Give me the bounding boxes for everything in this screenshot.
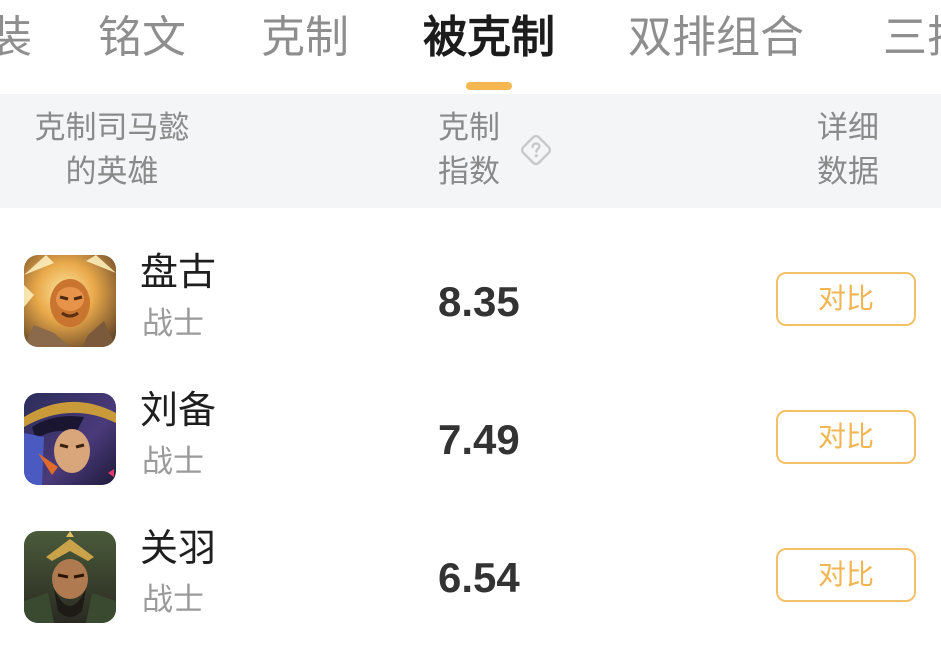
table-row: 刘备 战士 7.49 对比 (0, 370, 941, 508)
counter-page: 装 铭文 克制 被克制 双排组合 三排 克制司马懿 的英雄 克制 指数 详细 数… (0, 0, 941, 646)
counter-score: 6.54 (438, 554, 520, 601)
tab-duo-combo[interactable]: 双排组合 (628, 8, 804, 68)
tab-trio[interactable]: 三排 (883, 8, 941, 68)
tab-equipment[interactable]: 装 (0, 8, 32, 68)
hero-name[interactable]: 关羽 (140, 522, 216, 574)
hero-name[interactable]: 盘古 (140, 246, 216, 298)
tab-bar: 装 铭文 克制 被克制 双排组合 三排 (0, 0, 941, 92)
hero-name[interactable]: 刘备 (140, 384, 216, 436)
detail-column-header: 详细 数据 (817, 106, 879, 194)
active-tab-indicator (466, 82, 512, 90)
hero-column-header-line2: 的英雄 (65, 154, 159, 190)
counter-score: 7.49 (438, 416, 520, 463)
hero-column-header-line1: 克制司马懿 (34, 110, 190, 146)
index-column-header-line1: 克制 (438, 110, 500, 146)
table-row: 关羽 战士 6.54 对比 (0, 508, 941, 646)
compare-button[interactable]: 对比 (776, 548, 916, 602)
tab-counters[interactable]: 克制 (261, 8, 349, 68)
table-header: 克制司马懿 的英雄 克制 指数 详细 数据 (0, 94, 941, 208)
compare-button[interactable]: 对比 (776, 272, 916, 326)
hero-role: 战士 (142, 444, 204, 480)
hero-role: 战士 (142, 306, 204, 342)
index-column-header: 克制 指数 (438, 106, 500, 194)
tab-inscription[interactable]: 铭文 (98, 8, 186, 68)
table-row: 盘古 战士 8.35 对比 (0, 232, 941, 370)
hero-column-header: 克制司马懿 的英雄 (24, 106, 200, 194)
detail-column-header-line1: 详细 (817, 110, 879, 146)
liubei-avatar[interactable] (24, 393, 116, 485)
guanyu-avatar[interactable] (24, 531, 116, 623)
hero-role: 战士 (142, 582, 204, 618)
counter-score: 8.35 (438, 278, 520, 325)
tab-countered-by[interactable]: 被克制 (423, 8, 555, 68)
compare-button[interactable]: 对比 (776, 410, 916, 464)
pangu-avatar[interactable] (24, 255, 116, 347)
help-icon[interactable] (520, 134, 552, 166)
detail-column-header-line2: 数据 (817, 154, 879, 190)
index-column-header-line2: 指数 (438, 154, 500, 190)
